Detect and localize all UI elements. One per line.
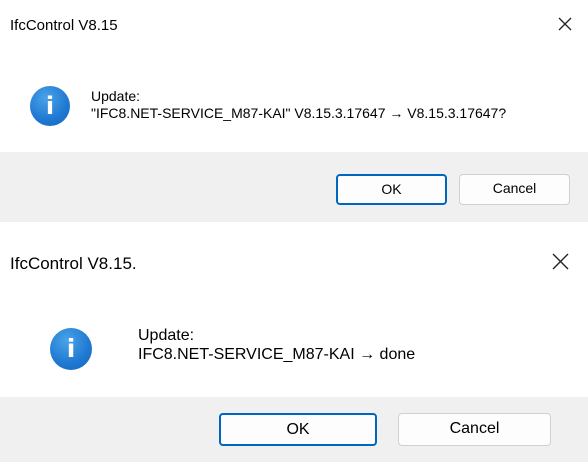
ok-button[interactable]: OK [336,174,447,205]
button-bar: OK Cancel [0,397,588,462]
close-icon[interactable] [552,253,569,270]
title-bar[interactable]: IfcControl V8.15 [0,0,588,52]
info-icon: i [30,86,70,126]
button-bar: OK Cancel [0,152,588,222]
message-heading: Update: [91,88,141,104]
update-confirm-dialog: IfcControl V8.15 i Update: "IFC8.NET-SER… [0,0,588,222]
dialog-title: IfcControl V8.15. [10,254,137,273]
cancel-button[interactable]: Cancel [398,413,551,446]
close-icon[interactable] [558,17,572,31]
update-done-dialog: IfcControl V8.15. i Update: IFC8.NET-SER… [0,238,588,462]
dialog-title: IfcControl V8.15 [10,17,118,34]
message-detail: "IFC8.NET-SERVICE_M87-KAI" V8.15.3.17647… [91,105,507,121]
cancel-button[interactable]: Cancel [459,174,570,205]
ok-button[interactable]: OK [219,413,377,446]
message-text: Update: "IFC8.NET-SERVICE_M87-KAI" V8.15… [91,88,506,122]
title-bar[interactable]: IfcControl V8.15. [0,238,588,288]
message-detail: IFC8.NET-SERVICE_M87-KAI → done [138,346,416,363]
message-heading: Update: [138,327,195,344]
info-icon: i [50,328,92,370]
message-text: Update: IFC8.NET-SERVICE_M87-KAI → done [138,326,415,364]
